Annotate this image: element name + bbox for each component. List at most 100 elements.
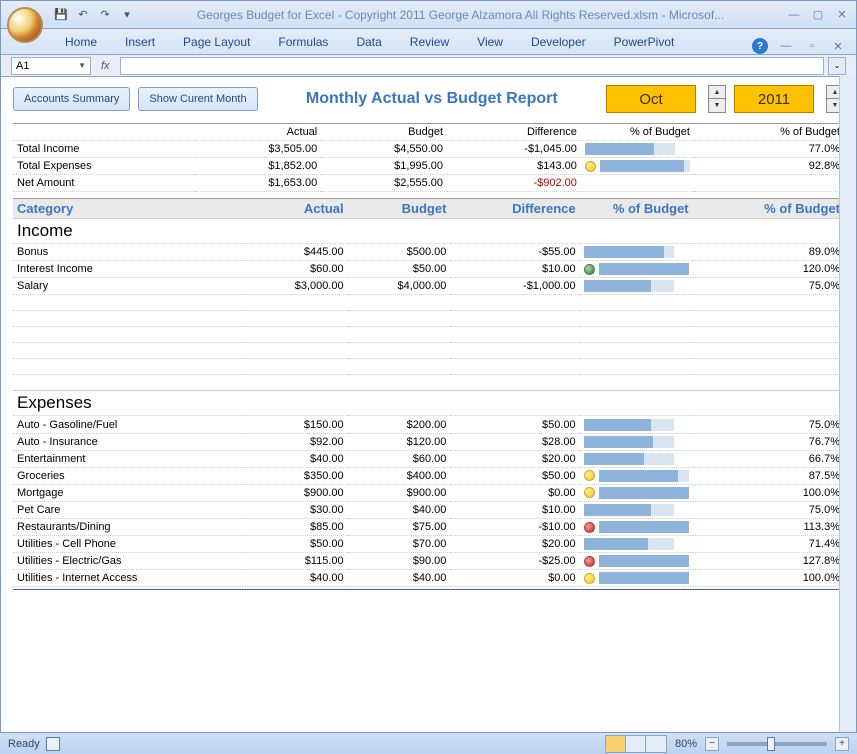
tab-developer[interactable]: Developer (517, 30, 600, 54)
zoom-in-button[interactable]: + (835, 737, 849, 751)
ribbon-restore-icon[interactable]: ▫ (804, 38, 820, 54)
minimize-icon[interactable]: — (786, 7, 802, 23)
green-dot-icon (584, 264, 595, 275)
budget-cell: $400.00 (348, 467, 451, 484)
diff-cell: $143.00 (447, 158, 581, 175)
category-row: Pet Care$30.00$40.00$10.0075.0% (13, 501, 844, 518)
chevron-down-icon[interactable]: ▼ (78, 61, 86, 70)
formula-expand-icon[interactable]: ⌄ (828, 57, 846, 75)
actual-cell: $40.00 (245, 570, 348, 587)
actual-cell: $3,505.00 (195, 141, 321, 158)
show-current-month-button[interactable]: Show Curent Month (138, 87, 257, 111)
budget-cell: $2,555.00 (321, 175, 447, 192)
diff-cell: $20.00 (450, 536, 579, 553)
formula-input[interactable] (120, 57, 824, 75)
tab-home[interactable]: Home (51, 30, 111, 54)
month-selector: Oct (606, 85, 696, 113)
row-label: Net Amount (13, 175, 195, 192)
actual-cell: $1,653.00 (195, 175, 321, 192)
pct-cell: 100.0% (693, 570, 844, 587)
tab-insert[interactable]: Insert (111, 30, 169, 54)
ribbon-close-icon[interactable]: ✕ (830, 38, 846, 54)
diff-cell: -$10.00 (450, 519, 579, 536)
summary-header: Actual (195, 124, 321, 141)
budget-cell: $120.00 (348, 433, 451, 450)
budget-cell: $40.00 (348, 501, 451, 518)
bar-cell (580, 467, 693, 484)
save-icon[interactable]: 💾 (53, 7, 69, 23)
help-icon[interactable]: ? (752, 38, 768, 54)
bar-cell (580, 553, 693, 570)
summary-header (13, 124, 195, 141)
month-spinner[interactable]: ▲ ▼ (708, 85, 726, 113)
row-label: Entertainment (13, 450, 245, 467)
row-label: Salary (13, 278, 245, 295)
budget-cell: $1,995.00 (321, 158, 447, 175)
diff-cell: -$1,000.00 (450, 278, 579, 295)
pct-cell: 71.4% (693, 536, 844, 553)
category-header: Budget (348, 199, 451, 219)
tab-data[interactable]: Data (342, 30, 395, 54)
category-header: % of Budget (580, 199, 693, 219)
office-button[interactable] (7, 7, 43, 43)
macro-record-icon[interactable] (46, 737, 60, 751)
tab-formulas[interactable]: Formulas (264, 30, 342, 54)
category-header: % of Budget (693, 199, 844, 219)
zoom-slider[interactable] (727, 742, 827, 746)
summary-row: Total Income$3,505.00$4,550.00-$1,045.00… (13, 141, 844, 158)
category-row: Groceries$350.00$400.00$50.0087.5% (13, 467, 844, 484)
vertical-scrollbar[interactable] (839, 76, 856, 732)
page-layout-view-button[interactable] (626, 736, 646, 752)
tab-view[interactable]: View (463, 30, 517, 54)
name-box[interactable]: A1 ▼ (11, 57, 91, 75)
category-header: Difference (450, 199, 579, 219)
close-icon[interactable]: ✕ (834, 7, 850, 23)
worksheet: Accounts Summary Show Curent Month Month… (1, 77, 856, 727)
row-label: Auto - Insurance (13, 433, 245, 450)
bar-cell (580, 570, 693, 587)
undo-icon[interactable]: ↶ (75, 7, 91, 23)
category-row: Bonus$445.00$500.00-$55.0089.0% (13, 244, 844, 261)
tab-powerpivot[interactable]: PowerPivot (600, 30, 689, 54)
yellow-dot-icon (585, 161, 596, 172)
title-bar: 💾 ↶ ↷ ▾ Georges Budget for Excel - Copyr… (1, 1, 856, 29)
row-label: Restaurants/Dining (13, 519, 245, 536)
budget-cell: $75.00 (348, 519, 451, 536)
pct-cell (694, 175, 844, 192)
actual-cell: $92.00 (245, 433, 348, 450)
row-label: Utilities - Electric/Gas (13, 553, 245, 570)
normal-view-button[interactable] (606, 736, 626, 752)
qat-dropdown-icon[interactable]: ▾ (119, 7, 135, 23)
budget-cell: $90.00 (348, 553, 451, 570)
year-value: 2011 (758, 91, 790, 108)
row-label: Auto - Gasoline/Fuel (13, 416, 245, 433)
tab-page-layout[interactable]: Page Layout (169, 30, 264, 54)
summary-header: Budget (321, 124, 447, 141)
summary-header: Difference (447, 124, 581, 141)
budget-cell: $4,550.00 (321, 141, 447, 158)
diff-cell: -$55.00 (450, 244, 579, 261)
page-break-view-button[interactable] (646, 736, 666, 752)
pct-cell: 113.3% (693, 519, 844, 536)
row-label: Total Expenses (13, 158, 195, 175)
ribbon-minimize-icon[interactable]: — (778, 38, 794, 54)
bar-cell (580, 278, 693, 295)
actual-cell: $30.00 (245, 501, 348, 518)
actual-cell: $50.00 (245, 536, 348, 553)
summary-row: Total Expenses$1,852.00$1,995.00$143.009… (13, 158, 844, 175)
accounts-summary-button[interactable]: Accounts Summary (13, 87, 130, 111)
month-value: Oct (639, 91, 662, 108)
month-up-icon[interactable]: ▲ (709, 86, 725, 99)
month-down-icon[interactable]: ▼ (709, 99, 725, 112)
tab-review[interactable]: Review (396, 30, 463, 54)
summary-header: % of Budget (581, 124, 694, 141)
empty-row (13, 295, 844, 311)
empty-row (13, 343, 844, 359)
name-box-value: A1 (16, 60, 29, 72)
fx-icon[interactable]: fx (95, 60, 116, 72)
zoom-percent: 80% (675, 738, 697, 750)
redo-icon[interactable]: ↷ (97, 7, 113, 23)
row-label: Total Income (13, 141, 195, 158)
zoom-out-button[interactable]: − (705, 737, 719, 751)
maximize-icon[interactable]: ▢ (810, 7, 826, 23)
